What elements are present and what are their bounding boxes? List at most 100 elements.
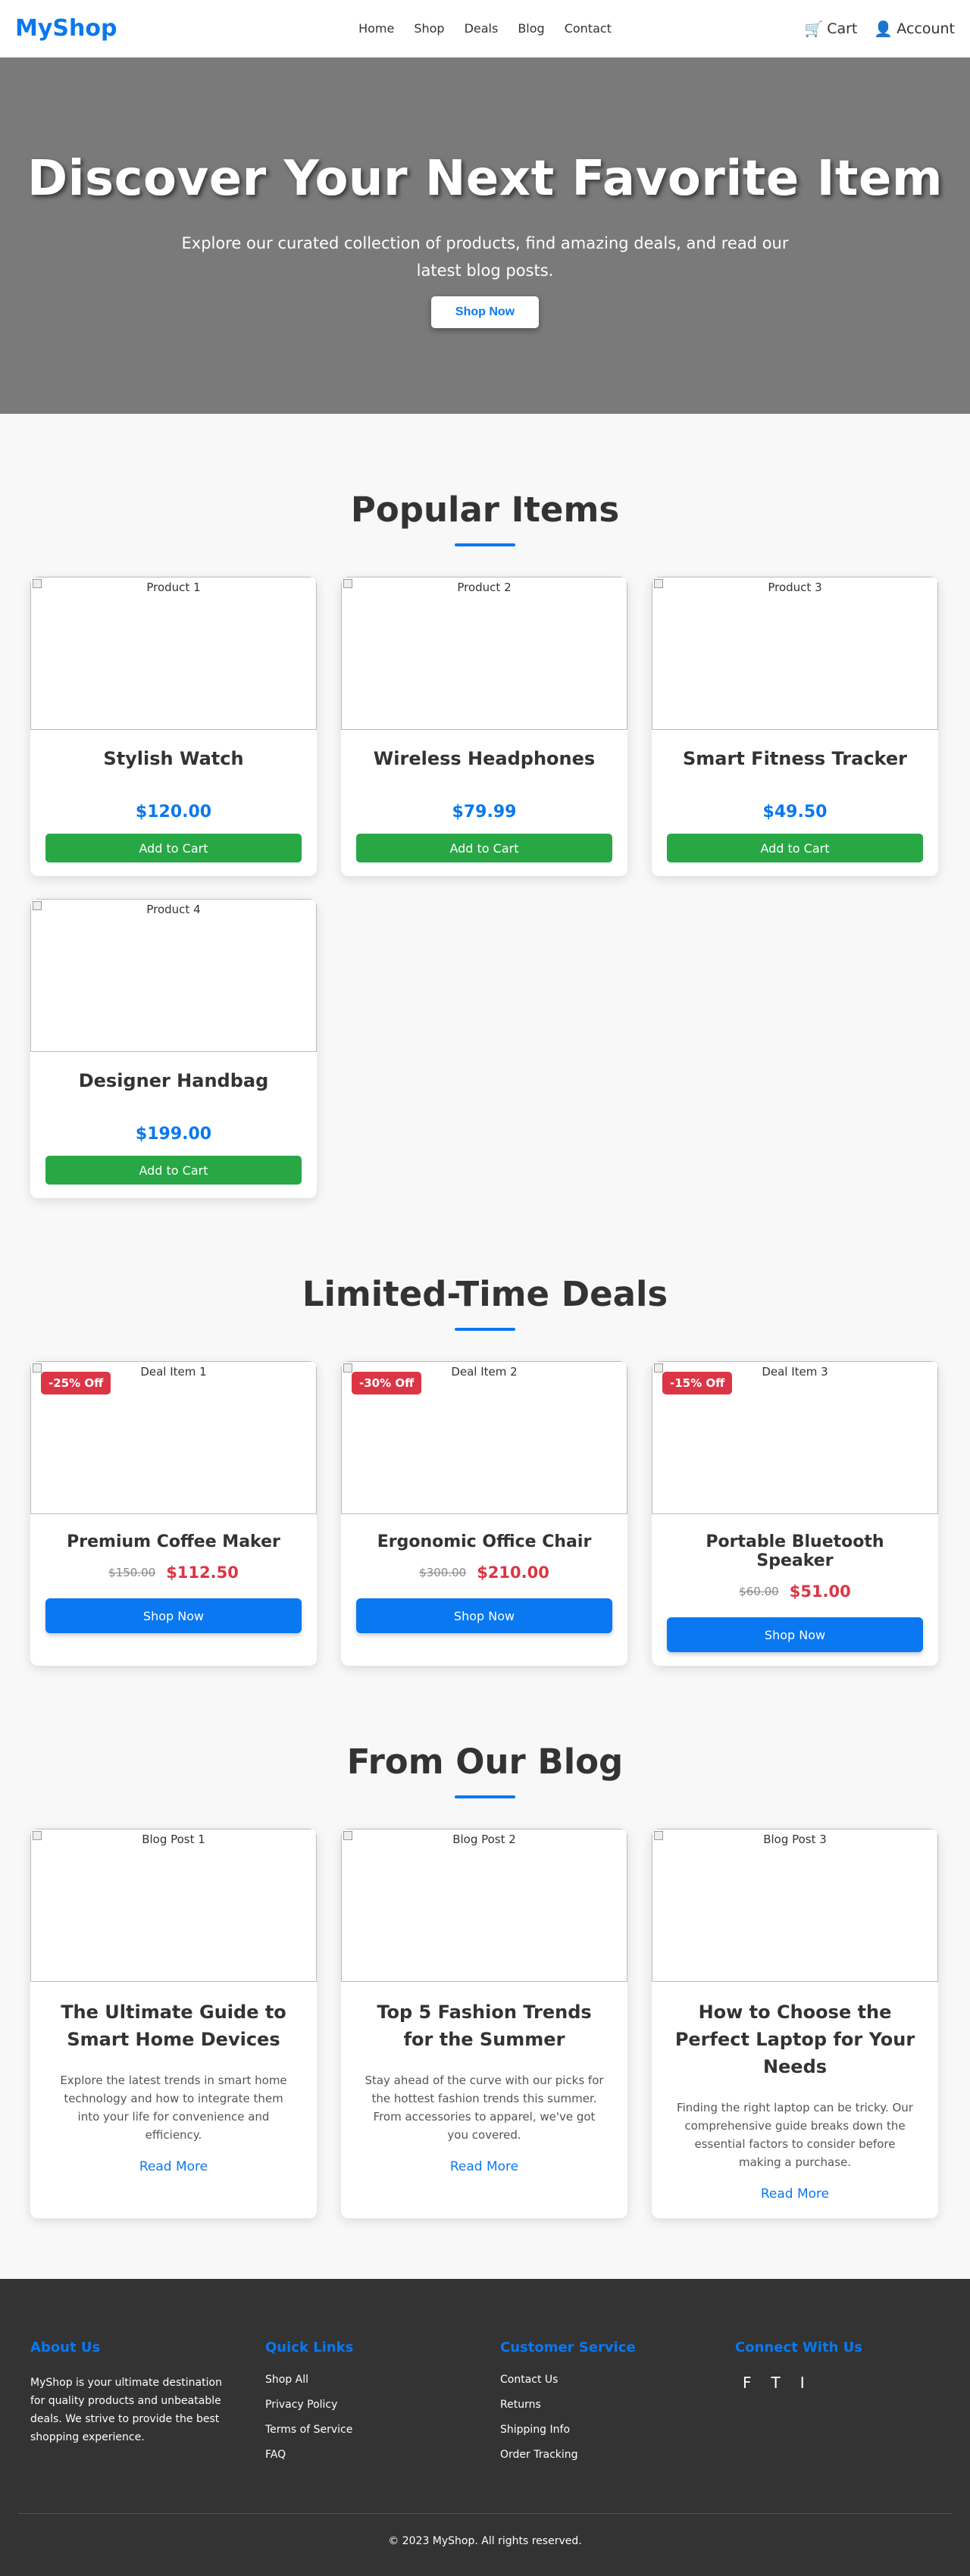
- image-alt-text: Product 3: [768, 581, 822, 594]
- footer-link-tracking[interactable]: Order Tracking: [500, 2449, 705, 2461]
- account-link[interactable]: 👤 Account: [874, 20, 955, 38]
- read-more-link[interactable]: Read More: [52, 2159, 296, 2174]
- site-footer: About Us MyShop is your ultimate destina…: [0, 2279, 970, 2576]
- image-alt-text: Blog Post 3: [763, 1833, 827, 1846]
- broken-image-icon: [654, 579, 663, 588]
- deal-shop-now-button[interactable]: Shop Now: [45, 1598, 302, 1633]
- footer-customer-service: Customer Service Contact Us Returns Ship…: [500, 2340, 705, 2474]
- nav-blog[interactable]: Blog: [518, 21, 544, 36]
- blog-title: From Our Blog: [346, 1742, 624, 1782]
- cart-icon: 🛒: [804, 19, 824, 38]
- blog-grid: Blog Post 1 The Ultimate Guide to Smart …: [30, 1829, 940, 2218]
- product-card: Product 1 Stylish Watch $120.00 Add to C…: [30, 577, 317, 876]
- account-label: Account: [896, 20, 955, 37]
- blog-post-excerpt: Stay ahead of the curve with our picks f…: [365, 2074, 604, 2142]
- blog-post-title: How to Choose the Perfect Laptop for You…: [674, 2002, 915, 2077]
- main-nav: Home Shop Deals Blog Contact: [358, 21, 612, 36]
- add-to-cart-button[interactable]: Add to Cart: [667, 834, 923, 862]
- image-alt-text: Product 1: [146, 581, 201, 594]
- cart-label: Cart: [827, 20, 858, 37]
- broken-image-icon: [33, 901, 42, 910]
- title-divider: [455, 1328, 515, 1331]
- deal-grid: -25% Off Deal Item 1 Premium Coffee Make…: [30, 1361, 940, 1666]
- product-price: $120.00: [135, 803, 212, 822]
- blog-image: Blog Post 2: [341, 1829, 627, 1982]
- deal-shop-now-button[interactable]: Shop Now: [356, 1598, 612, 1633]
- footer-link-terms[interactable]: Terms of Service: [265, 2424, 470, 2436]
- add-to-cart-button[interactable]: Add to Cart: [45, 834, 302, 862]
- cart-link[interactable]: 🛒 Cart: [804, 20, 857, 38]
- discount-badge: -15% Off: [662, 1372, 733, 1394]
- sale-price: $51.00: [789, 1582, 851, 1601]
- nav-shop[interactable]: Shop: [414, 21, 444, 36]
- product-price: $199.00: [135, 1125, 212, 1144]
- product-image: Product 1: [30, 577, 317, 730]
- hero-banner: Discover Your Next Favorite Item Explore…: [0, 58, 970, 414]
- blog-card: Blog Post 2 Top 5 Fashion Trends for the…: [341, 1829, 627, 2218]
- footer-service-title: Customer Service: [500, 2340, 636, 2355]
- footer-about: About Us MyShop is your ultimate destina…: [30, 2340, 235, 2474]
- product-price: $79.99: [452, 803, 517, 822]
- footer-link-faq[interactable]: FAQ: [265, 2449, 470, 2461]
- blog-card: Blog Post 3 How to Choose the Perfect La…: [652, 1829, 938, 2218]
- deal-shop-now-button[interactable]: Shop Now: [667, 1617, 923, 1652]
- deal-name: Premium Coffee Maker: [67, 1532, 280, 1551]
- hero-title: Discover Your Next Favorite Item: [27, 151, 943, 207]
- nav-contact[interactable]: Contact: [565, 21, 612, 36]
- nav-home[interactable]: Home: [358, 21, 394, 36]
- add-to-cart-button[interactable]: Add to Cart: [356, 834, 612, 862]
- broken-image-icon: [654, 1831, 663, 1840]
- footer-link-shipping[interactable]: Shipping Info: [500, 2424, 705, 2436]
- product-name: Wireless Headphones: [373, 748, 596, 769]
- blog-image: Blog Post 3: [652, 1829, 938, 1982]
- product-image: Product 3: [652, 577, 938, 730]
- header-actions: 🛒 Cart 👤 Account: [773, 20, 955, 38]
- product-name: Smart Fitness Tracker: [683, 748, 907, 769]
- original-price: $150.00: [108, 1566, 156, 1579]
- broken-image-icon: [33, 1831, 42, 1840]
- footer-copyright: © 2023 MyShop. All rights reserved.: [18, 2513, 952, 2547]
- footer-link-returns[interactable]: Returns: [500, 2399, 705, 2411]
- product-name: Stylish Watch: [103, 748, 244, 769]
- footer-link-shop-all[interactable]: Shop All: [265, 2374, 470, 2386]
- image-alt-text: Deal Item 3: [762, 1365, 828, 1379]
- user-icon: 👤: [874, 19, 893, 38]
- hero-shop-now-button[interactable]: Shop Now: [431, 296, 539, 328]
- product-grid: Product 1 Stylish Watch $120.00 Add to C…: [30, 577, 940, 1198]
- deal-name: Portable Bluetooth Speaker: [706, 1532, 884, 1570]
- footer-about-title: About Us: [30, 2340, 101, 2355]
- discount-badge: -30% Off: [352, 1372, 422, 1394]
- footer-link-contact[interactable]: Contact Us: [500, 2374, 705, 2386]
- deals-section: Limited-Time Deals -25% Off Deal Item 1 …: [0, 1198, 970, 1666]
- image-alt-text: Product 4: [146, 903, 201, 916]
- nav-deals[interactable]: Deals: [465, 21, 499, 36]
- twitter-icon[interactable]: T: [771, 2374, 781, 2392]
- deal-card: -25% Off Deal Item 1 Premium Coffee Make…: [30, 1361, 317, 1666]
- blog-post-title: Top 5 Fashion Trends for the Summer: [377, 2002, 592, 2050]
- deal-card: -30% Off Deal Item 2 Ergonomic Office Ch…: [341, 1361, 627, 1666]
- broken-image-icon: [33, 579, 42, 588]
- read-more-link[interactable]: Read More: [673, 2186, 917, 2202]
- product-image: Product 2: [341, 577, 627, 730]
- site-logo[interactable]: MyShop: [15, 15, 197, 42]
- broken-image-icon: [343, 579, 352, 588]
- footer-about-text: MyShop is your ultimate destination for …: [30, 2377, 222, 2443]
- product-price: $49.50: [762, 803, 828, 822]
- image-alt-text: Blog Post 1: [142, 1833, 205, 1846]
- instagram-icon[interactable]: I: [800, 2374, 805, 2392]
- image-alt-text: Blog Post 2: [452, 1833, 516, 1846]
- deal-card: -15% Off Deal Item 3 Portable Bluetooth …: [652, 1361, 938, 1666]
- title-divider: [455, 543, 515, 546]
- broken-image-icon: [654, 1363, 663, 1373]
- facebook-icon[interactable]: F: [743, 2374, 752, 2392]
- product-card: Product 2 Wireless Headphones $79.99 Add…: [341, 577, 627, 876]
- discount-badge: -25% Off: [41, 1372, 111, 1394]
- original-price: $60.00: [739, 1585, 779, 1598]
- product-card: Product 3 Smart Fitness Tracker $49.50 A…: [652, 577, 938, 876]
- site-header: MyShop Home Shop Deals Blog Contact 🛒 Ca…: [0, 0, 970, 58]
- read-more-link[interactable]: Read More: [362, 2159, 606, 2174]
- sale-price: $112.50: [166, 1563, 239, 1582]
- add-to-cart-button[interactable]: Add to Cart: [45, 1156, 302, 1185]
- footer-link-privacy[interactable]: Privacy Policy: [265, 2399, 470, 2411]
- footer-social: Connect With Us F T I: [735, 2340, 940, 2474]
